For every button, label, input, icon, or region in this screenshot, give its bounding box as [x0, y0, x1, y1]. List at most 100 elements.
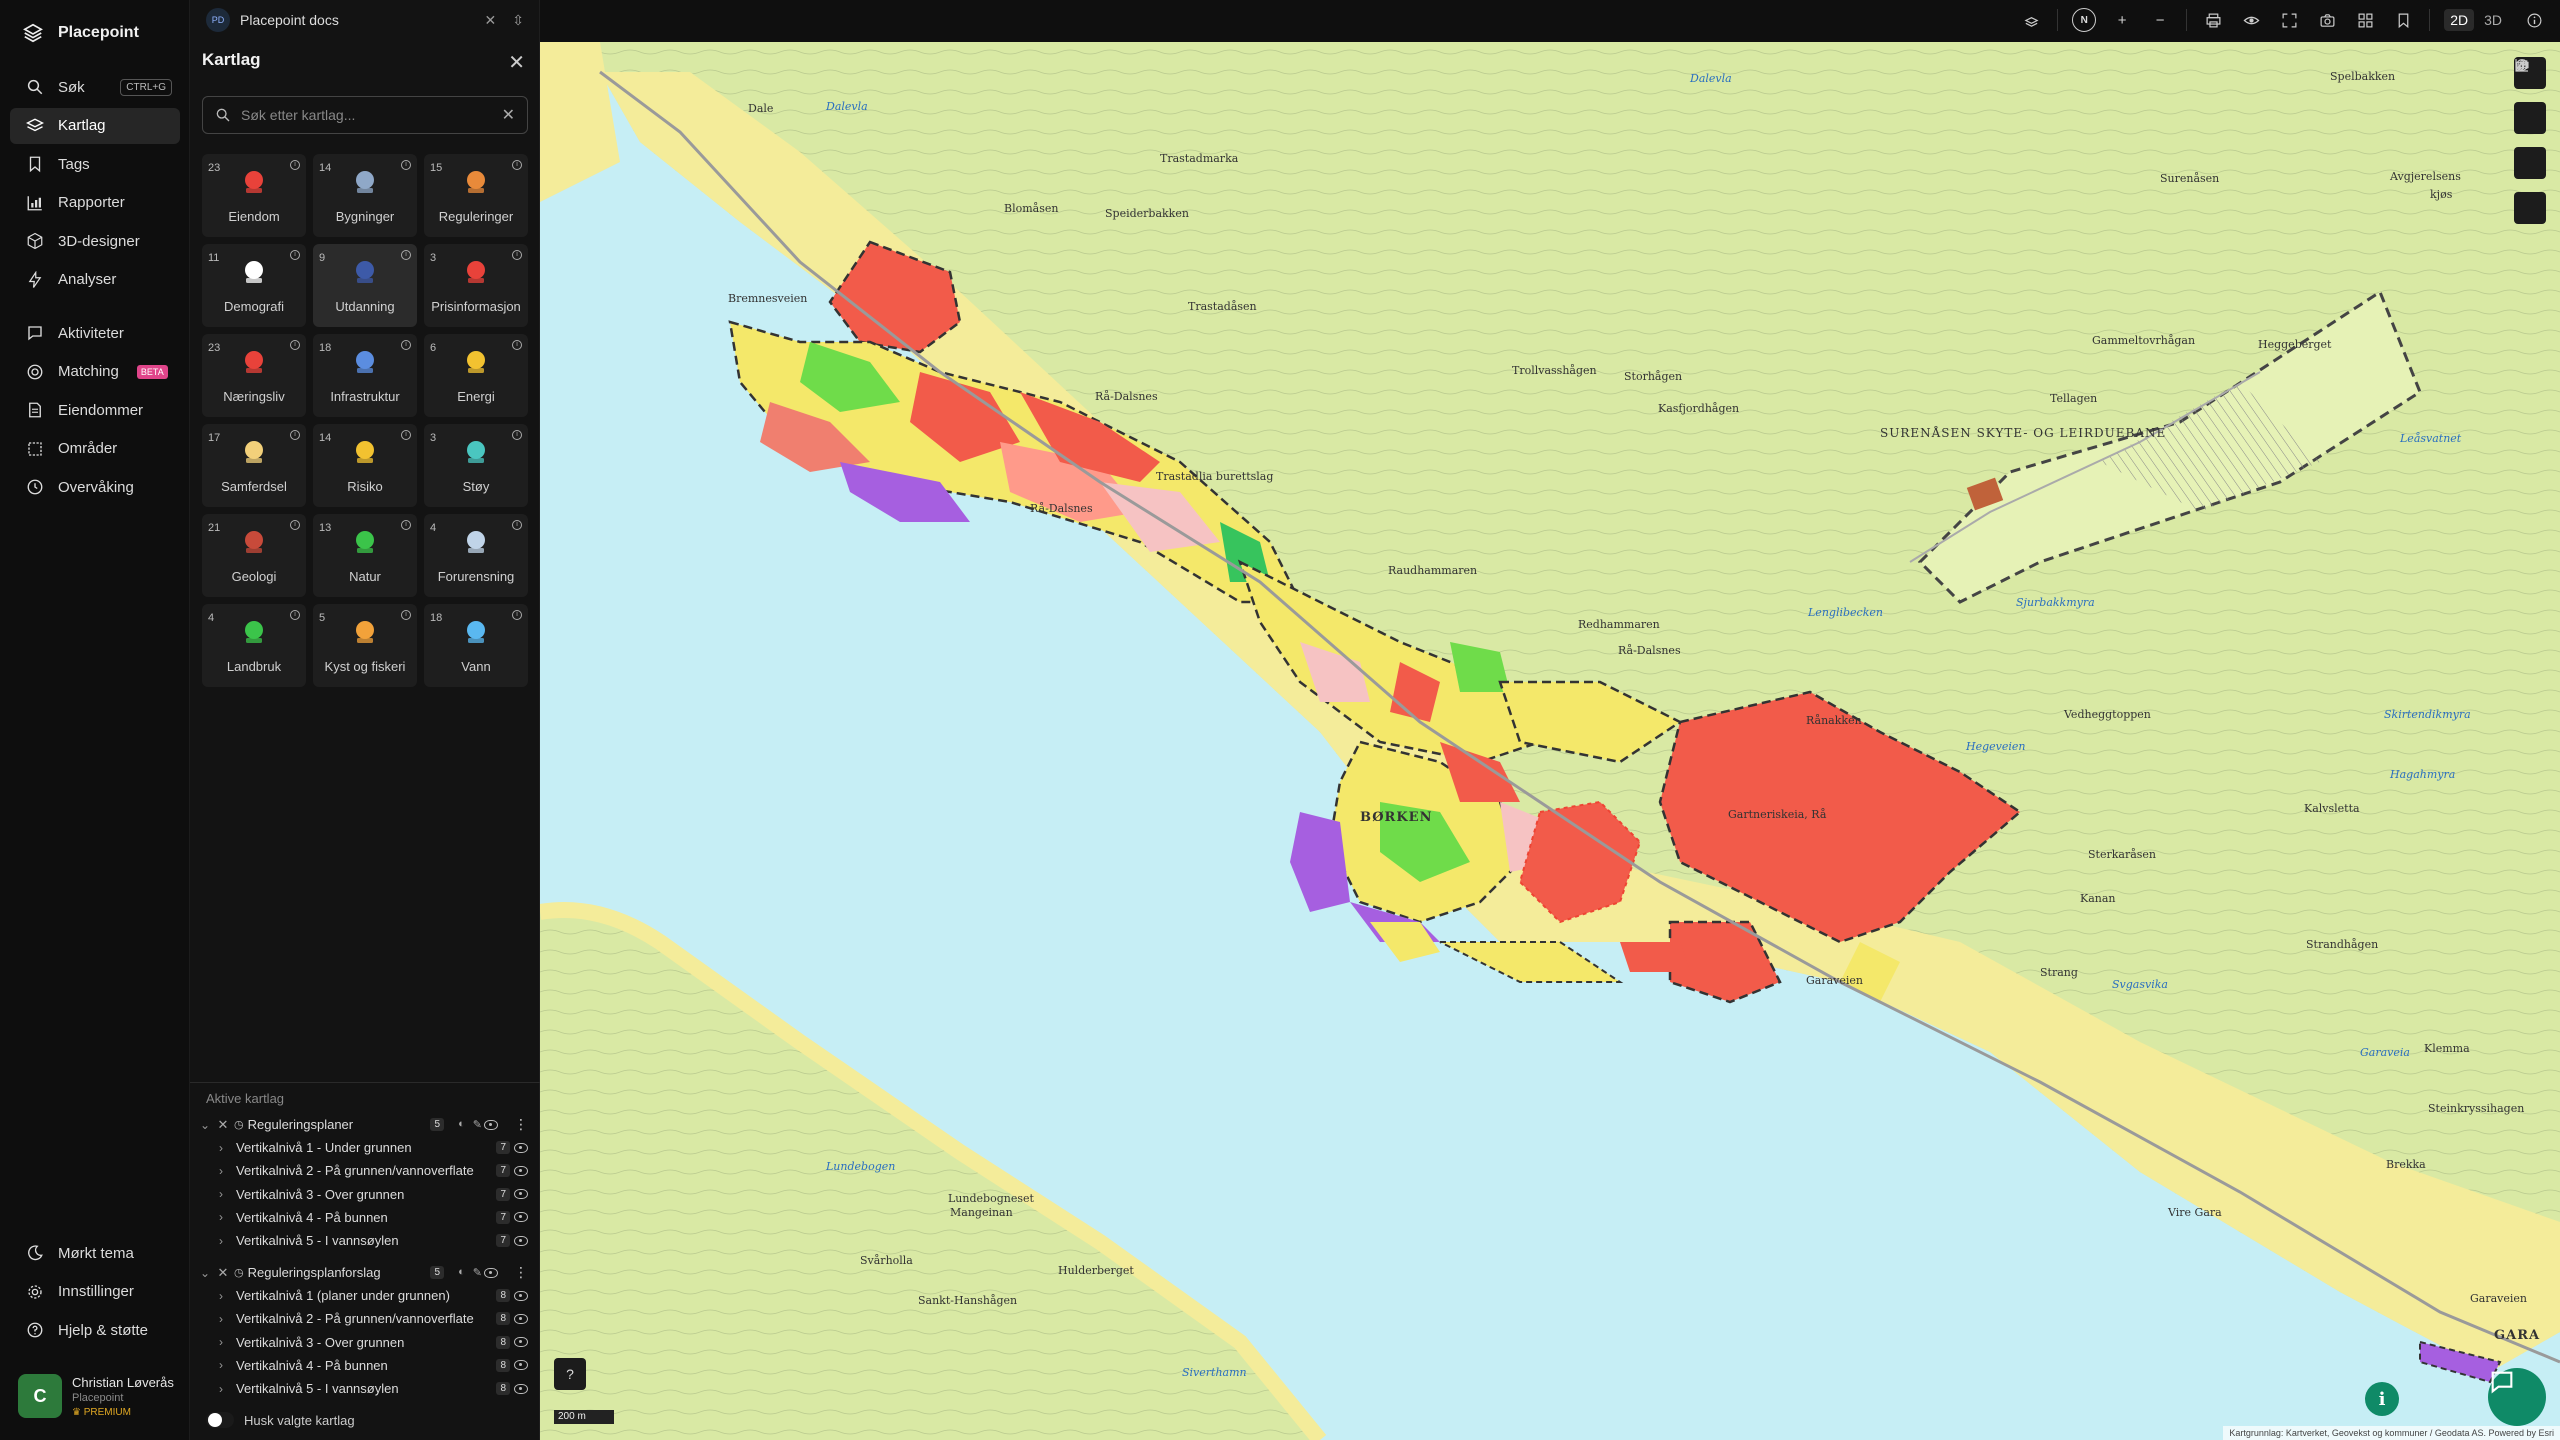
app-brand[interactable]: Placepoint: [22, 20, 139, 46]
chevron-right-icon[interactable]: ›: [214, 1210, 228, 1224]
more-vertical-icon[interactable]: ⋮: [514, 1116, 528, 1133]
info-icon[interactable]: i: [290, 340, 300, 350]
eye-icon[interactable]: [514, 1383, 528, 1394]
basemap-button[interactable]: [2019, 8, 2043, 32]
eye-icon[interactable]: [514, 1235, 528, 1246]
remove-icon[interactable]: ✕: [216, 1117, 230, 1133]
zoom-out-button[interactable]: −: [2148, 8, 2172, 32]
nav-item-omrader[interactable]: Områder: [10, 431, 180, 467]
layer-item[interactable]: › Vertikalnivå 5 - I vannsøylen 8: [190, 1377, 540, 1400]
nav-item-matching[interactable]: Matching BETA: [10, 354, 180, 390]
eye-icon[interactable]: [514, 1212, 528, 1223]
user-profile[interactable]: C Christian Løverås Placepoint ♛ PREMIUM: [18, 1374, 174, 1418]
nav-item-search[interactable]: Søk CTRL+G: [10, 69, 180, 105]
bookmark-button[interactable]: [2391, 8, 2415, 32]
remember-layers-toggle[interactable]: Husk valgte kartlag: [206, 1412, 355, 1428]
eye-icon[interactable]: [514, 1290, 528, 1301]
zoom-in-button[interactable]: +: [2110, 8, 2134, 32]
fullscreen-button[interactable]: [2277, 8, 2301, 32]
category-tile-geologi[interactable]: 21 i Geologi: [202, 514, 306, 597]
category-tile-infrastruktur[interactable]: 18 i Infrastruktur: [313, 334, 417, 417]
category-tile-bygninger[interactable]: 14 i Bygninger: [313, 154, 417, 237]
info-icon[interactable]: i: [401, 430, 411, 440]
chevron-down-icon[interactable]: ⌄: [198, 1266, 212, 1280]
project-selector[interactable]: PD Placepoint docs ✕ ⇳: [206, 8, 524, 32]
info-button[interactable]: [2522, 8, 2546, 32]
chevron-right-icon[interactable]: ›: [214, 1382, 228, 1396]
layer-item[interactable]: › Vertikalnivå 4 - På bunnen 7: [190, 1206, 540, 1229]
nav-item-tags[interactable]: Tags: [10, 146, 180, 182]
info-icon[interactable]: i: [290, 520, 300, 530]
remove-icon[interactable]: ✕: [216, 1265, 230, 1281]
category-tile-kyst-og-fiskeri[interactable]: 5 i Kyst og fiskeri: [313, 604, 417, 687]
info-icon[interactable]: i: [512, 520, 522, 530]
category-tile-natur[interactable]: 13 i Natur: [313, 514, 417, 597]
category-tile-reguleringer[interactable]: 15 i Reguleringer: [424, 154, 528, 237]
chevron-right-icon[interactable]: ›: [214, 1141, 228, 1155]
info-icon[interactable]: i: [401, 610, 411, 620]
category-tile-støy[interactable]: 3 i Støy: [424, 424, 528, 507]
chart-tool-button[interactable]: [2514, 59, 2546, 179]
panel-close-button[interactable]: ✕: [508, 50, 525, 75]
nav-item-eiendommer[interactable]: Eiendommer: [10, 392, 180, 428]
layer-item[interactable]: › Vertikalnivå 3 - Over grunnen 8: [190, 1331, 540, 1354]
layer-item[interactable]: › Vertikalnivå 5 - I vannsøylen 7: [190, 1229, 540, 1252]
info-icon[interactable]: i: [401, 160, 411, 170]
category-tile-utdanning[interactable]: 9 i Utdanning: [313, 244, 417, 327]
help-map-button[interactable]: ?: [554, 1358, 586, 1390]
chevron-right-icon[interactable]: ›: [214, 1234, 228, 1248]
info-icon[interactable]: i: [290, 430, 300, 440]
layer-item[interactable]: › Vertikalnivå 2 - På grunnen/vannoverfla…: [190, 1159, 540, 1182]
chevron-right-icon[interactable]: ›: [214, 1187, 228, 1201]
nav-item-kartlag[interactable]: Kartlag: [10, 107, 180, 144]
mode-3d-button[interactable]: 3D: [2478, 9, 2508, 31]
layer-group-header[interactable]: ⌄ ✕ ◷ Reguleringsplaner 5 ◐ ✎ ⋮: [190, 1113, 540, 1136]
eye-icon[interactable]: [514, 1142, 528, 1153]
measure-tool-button[interactable]: [2514, 61, 2546, 134]
eye-icon[interactable]: [484, 1267, 498, 1278]
nav-item-analyser[interactable]: Analyser: [10, 262, 180, 298]
close-icon[interactable]: ✕: [485, 12, 497, 29]
grid-view-button[interactable]: [2353, 8, 2377, 32]
category-tile-næringsliv[interactable]: 23 i Næringsliv: [202, 334, 306, 417]
layer-item[interactable]: › Vertikalnivå 2 - På grunnen/vannoverfla…: [190, 1307, 540, 1330]
info-icon[interactable]: i: [401, 340, 411, 350]
category-tile-samferdsel[interactable]: 17 i Samferdsel: [202, 424, 306, 507]
layer-item[interactable]: › Vertikalnivå 3 - Over grunnen 7: [190, 1183, 540, 1206]
draw-tool-button[interactable]: [2514, 59, 2546, 224]
edit-icon[interactable]: ✎: [473, 1118, 482, 1131]
chevron-right-icon[interactable]: ›: [214, 1335, 228, 1349]
info-icon[interactable]: i: [290, 610, 300, 620]
info-icon[interactable]: i: [512, 430, 522, 440]
chevron-right-icon[interactable]: ›: [214, 1358, 228, 1372]
layer-item[interactable]: › Vertikalnivå 1 (planer under grunnen) 8: [190, 1284, 540, 1307]
print-button[interactable]: [2201, 8, 2225, 32]
category-tile-landbruk[interactable]: 4 i Landbruk: [202, 604, 306, 687]
category-tile-energi[interactable]: 6 i Energi: [424, 334, 528, 417]
nav-item-settings[interactable]: Innstillinger: [10, 1274, 180, 1310]
compass-button[interactable]: N: [2072, 8, 2097, 32]
edit-icon[interactable]: ✎: [473, 1266, 482, 1279]
info-icon[interactable]: i: [512, 610, 522, 620]
category-tile-forurensning[interactable]: 4 i Forurensning: [424, 514, 528, 597]
info-icon[interactable]: i: [290, 250, 300, 260]
category-tile-risiko[interactable]: 14 i Risiko: [313, 424, 417, 507]
info-icon[interactable]: i: [401, 520, 411, 530]
more-vertical-icon[interactable]: ⋮: [514, 1264, 528, 1281]
nav-item-dark-theme[interactable]: Mørkt tema: [10, 1235, 180, 1271]
layer-group-header[interactable]: ⌄ ✕ ◷ Reguleringsplanforslag 5 ◐ ✎ ⋮: [190, 1261, 540, 1284]
info-icon[interactable]: i: [512, 250, 522, 260]
eye-icon[interactable]: [514, 1360, 528, 1371]
eye-icon[interactable]: [514, 1189, 528, 1200]
info-icon[interactable]: i: [512, 160, 522, 170]
nav-item-overvaking[interactable]: Overvåking: [10, 469, 180, 505]
layer-item[interactable]: › Vertikalnivå 4 - På bunnen 8: [190, 1354, 540, 1377]
toggle-switch[interactable]: [206, 1412, 234, 1428]
layer-item[interactable]: › Vertikalnivå 1 - Under grunnen 7: [190, 1136, 540, 1159]
layer-search-input[interactable]: [241, 107, 492, 123]
category-tile-demografi[interactable]: 11 i Demografi: [202, 244, 306, 327]
chevron-right-icon[interactable]: ›: [214, 1164, 228, 1178]
clear-search-icon[interactable]: ✕: [502, 105, 515, 125]
chevron-right-icon[interactable]: ›: [214, 1312, 228, 1326]
eye-icon[interactable]: [514, 1165, 528, 1176]
